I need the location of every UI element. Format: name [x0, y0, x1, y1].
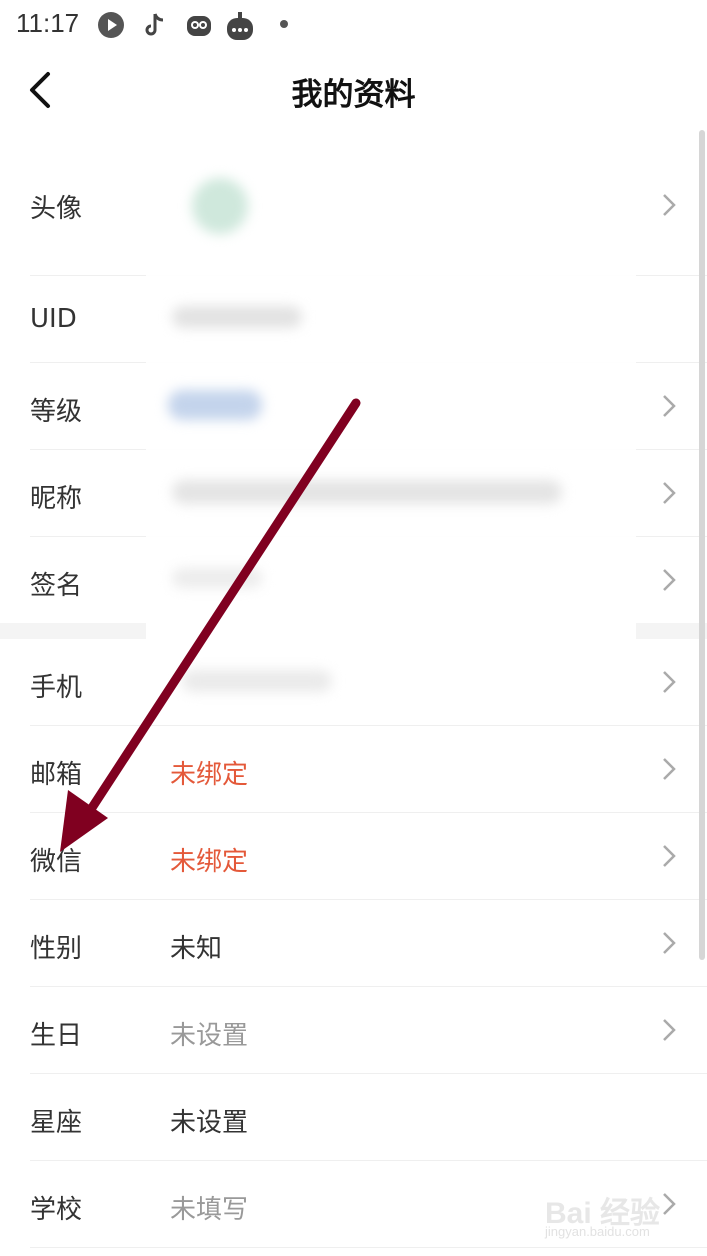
annotation-arrow-icon: [60, 398, 361, 852]
watermark: Bai 经验 jingyan.baidu.com: [545, 1180, 685, 1250]
watermark-url: jingyan.baidu.com: [545, 1224, 650, 1239]
